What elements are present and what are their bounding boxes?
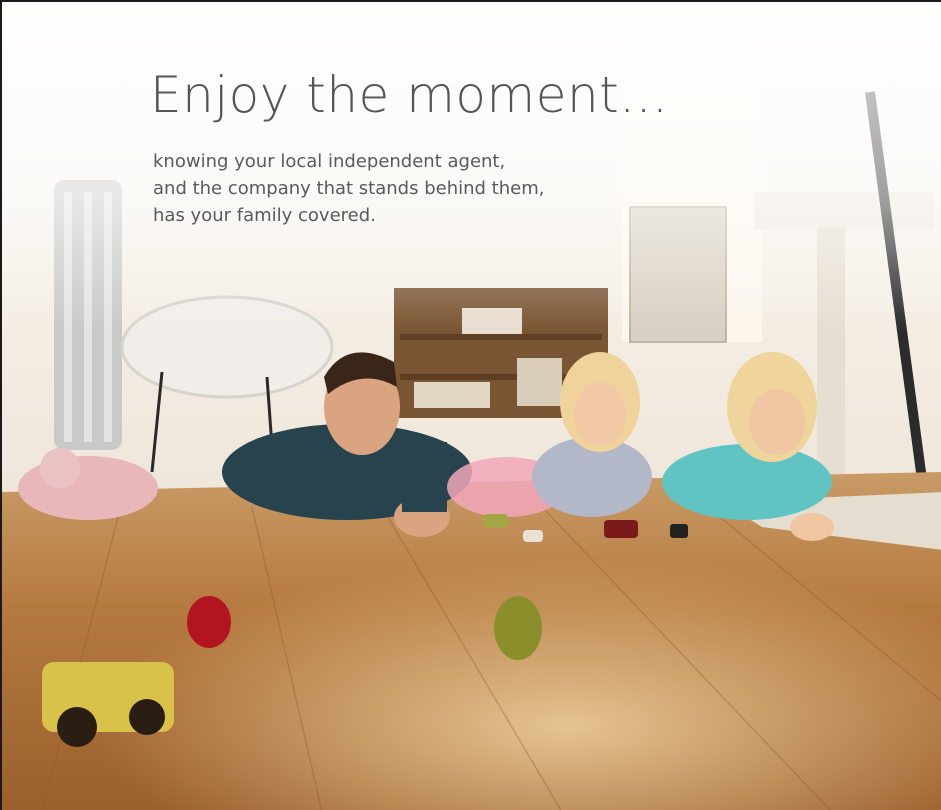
stuffed-animal bbox=[18, 456, 158, 520]
body-copy: knowing your local independent agent, an… bbox=[153, 148, 613, 229]
body-line: has your family covered. bbox=[153, 205, 376, 226]
body-line: and the company that stands behind them, bbox=[153, 178, 545, 199]
body-line: knowing your local independent agent, bbox=[153, 151, 506, 172]
headline: Enjoy the moment... bbox=[150, 66, 669, 124]
ad-frame: Enjoy the moment... knowing your local i… bbox=[0, 0, 941, 810]
